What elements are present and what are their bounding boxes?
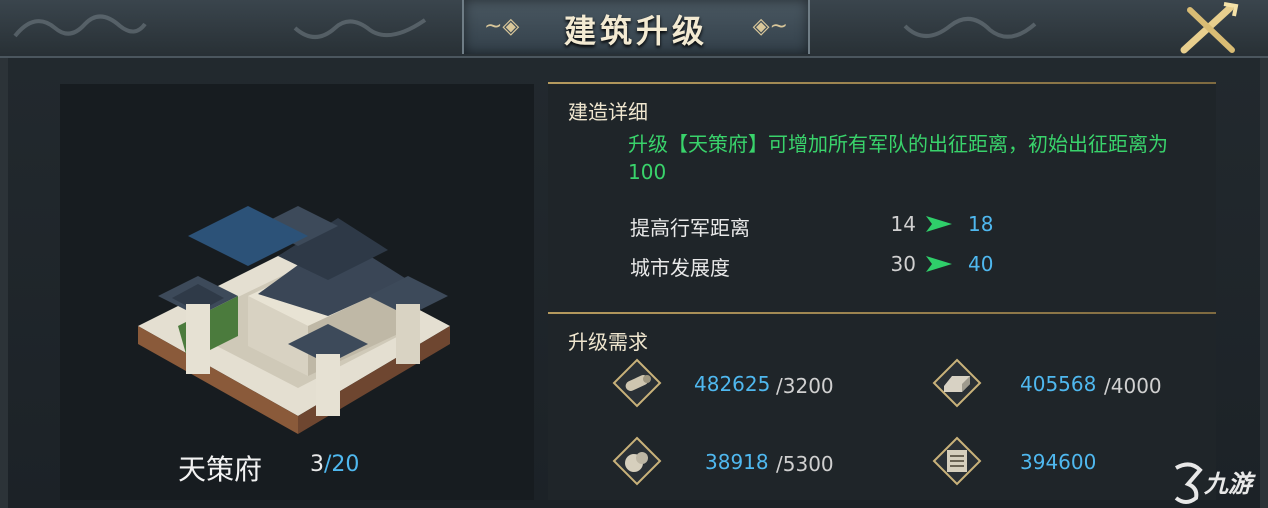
window-right-edge <box>1260 56 1268 508</box>
window-left-edge <box>0 56 8 508</box>
resource-have-iron: 405568 <box>1020 372 1097 396</box>
building-level: 3/20 <box>310 452 359 477</box>
cloud-ornament-icon <box>903 17 1037 39</box>
scroll-icon <box>932 436 982 486</box>
stat-label-city-development: 城市发展度 <box>630 256 730 280</box>
requirements-section-title: 升级需求 <box>568 330 648 354</box>
title-plate: ~◈ 建筑升级 ◈~ <box>462 0 810 54</box>
building-name: 天策府 <box>178 453 263 486</box>
stat-to-march-distance: 18 <box>968 212 994 236</box>
stat-from-march-distance: 14 <box>890 212 916 236</box>
resource-need-wood: /3200 <box>776 374 834 398</box>
resource-have-wood: 482625 <box>694 372 771 396</box>
resource-need-stone: /5300 <box>776 452 834 476</box>
green-arrow-icon <box>926 256 952 272</box>
wood-log-icon <box>612 358 662 408</box>
resource-have-stone: 38918 <box>705 450 769 474</box>
right-ornament-icon: ◈~ <box>752 14 788 39</box>
cloud-ornament-icon <box>293 18 427 39</box>
stat-label-march-distance: 提高行军距离 <box>630 216 750 240</box>
stat-from-city-development: 30 <box>890 252 916 276</box>
watermark-text: 九游 <box>1204 470 1252 498</box>
resource-need-iron: /4000 <box>1104 374 1162 398</box>
cloud-ornament-icon <box>13 14 147 38</box>
upgrade-description: 升级【天策府】可增加所有军队的出征距离，初始出征距离为100 <box>628 132 1168 184</box>
stat-to-city-development: 40 <box>968 252 994 276</box>
iron-ingot-icon <box>932 358 982 408</box>
resource-have-scroll: 394600 <box>1020 450 1097 474</box>
level-current: 3 <box>310 452 324 477</box>
green-arrow-icon <box>926 216 952 232</box>
details-section-title: 建造详细 <box>568 100 648 124</box>
level-max: 20 <box>331 452 360 477</box>
crossed-swords-close-icon[interactable] <box>1176 2 1240 56</box>
stone-icon <box>612 436 662 486</box>
gold-divider <box>548 312 1216 314</box>
palace-building-illustration <box>138 206 450 434</box>
gold-divider <box>548 82 1216 84</box>
